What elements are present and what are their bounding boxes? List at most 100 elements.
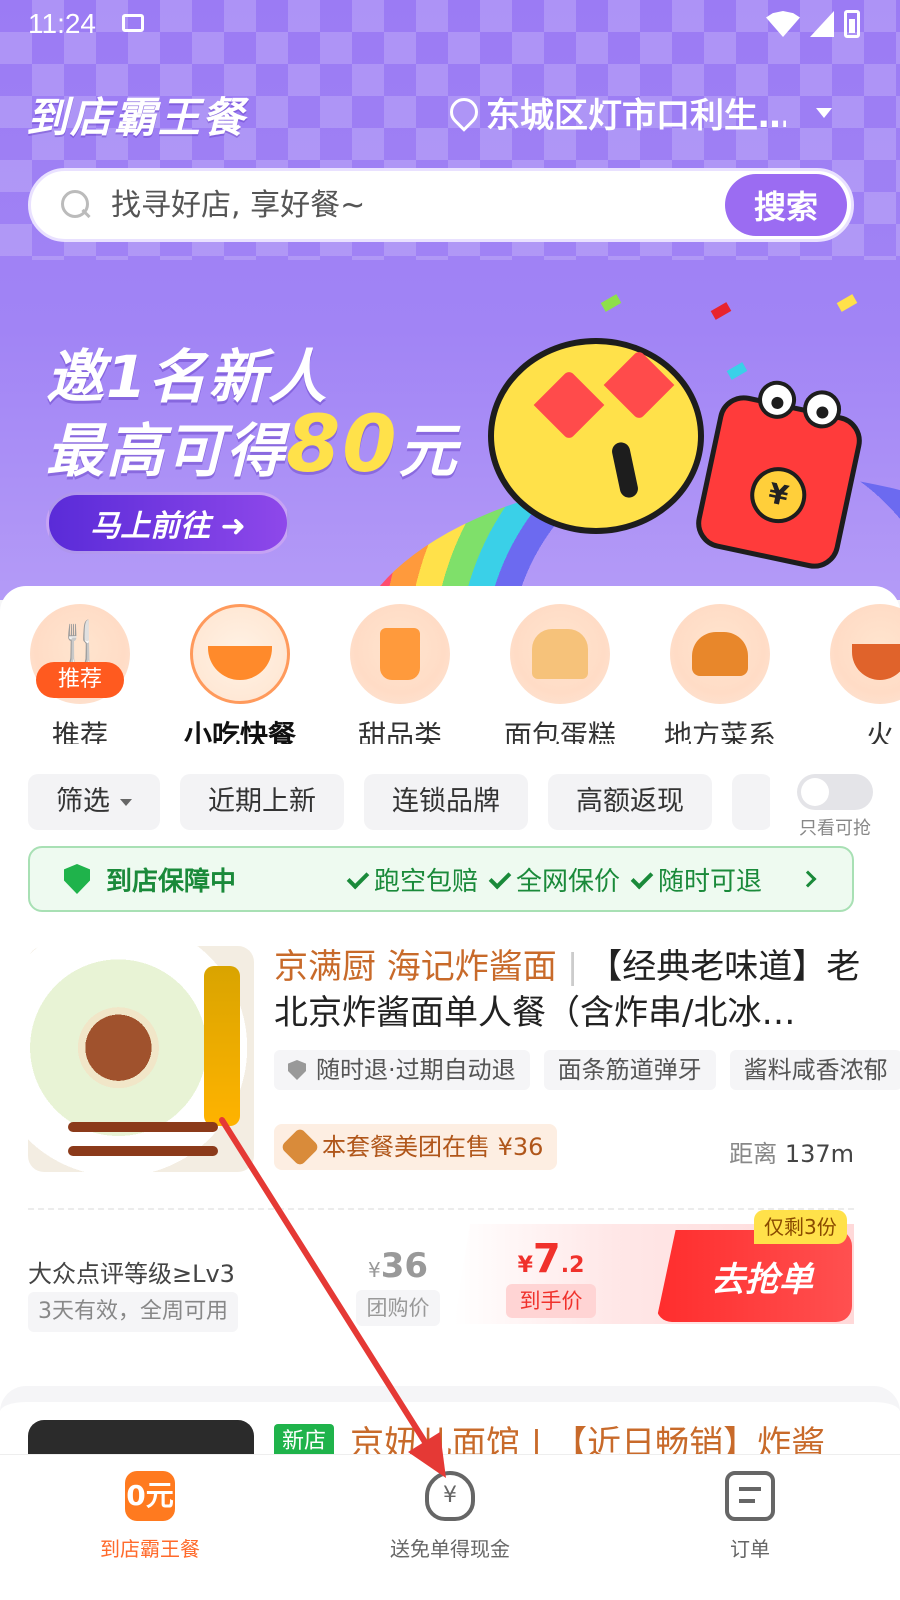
category-label: 火 [865,719,894,744]
category-regional[interactable]: 地方菜系 [640,604,800,744]
burger-drink-icon [670,604,770,704]
hotpot-icon [830,604,900,704]
battery-icon [844,10,860,38]
deal-card[interactable]: 京满厨 海记炸酱面 | 【经典老味道】老北京炸酱面单人餐（含炸串/北冰… 随时退·过… [0,930,900,1370]
shield-icon [288,1060,306,1080]
banner-go-button[interactable]: 马上前往 ➜ [46,492,290,554]
chevron-down-icon [816,107,832,118]
order-list-icon [725,1471,775,1521]
yen-coin-icon: ¥ [745,461,812,529]
guarantee-item: 全网保价 [488,861,620,898]
nav-label: 送免单得现金 [390,1537,510,1561]
confetti-decoration [600,294,622,312]
bottom-nav: 0元 到店霸王餐 ¥ 送免单得现金 订单 [0,1454,900,1600]
status-time: 11:24 [28,8,96,39]
guarantee-title: 到店保障中 [106,866,237,897]
guarantee-bar[interactable]: 到店保障中 跑空包赔 全网保价 随时可退 [28,846,854,912]
header-hero: 11:24 到店霸王餐 东城区灯市口利生… 搜索 ¥ [0,0,900,600]
deal-card[interactable]: 新店 京妞儿面馆 | 【近日畅销】炸酱 [0,1386,900,1480]
dessert-cup-icon [350,604,450,704]
deal-tag: 随时退·过期自动退 [274,1050,530,1090]
category-label: 甜品类 [357,719,442,744]
check-icon [488,866,512,889]
review-level-requirement: 大众点评等级≥Lv3 [28,1260,235,1288]
validity-note: 3天有效，全周可用 [28,1292,238,1332]
category-snacks[interactable]: 小吃快餐 [160,604,320,744]
deal-title: 京满厨 海记炸酱面 | 【经典老味道】老北京炸酱面单人餐（含炸串/北冰… [274,947,861,1033]
shop-name: 京满厨 海记炸酱面 [274,947,557,987]
category-label: 小吃快餐 [183,719,296,744]
distance: 距离 137m [729,1140,854,1168]
category-label: 面包蛋糕 [503,719,616,744]
guarantee-item: 跑空包赔 [346,861,478,898]
category-label: 地方菜系 [663,719,776,744]
guarantee-items: 跑空包赔 全网保价 随时可退 [346,861,762,898]
category-hotpot[interactable]: 火 [800,604,900,744]
heart-icon [533,369,605,441]
search-input[interactable] [111,187,725,223]
shield-check-icon [64,864,90,894]
money-bag-icon: ¥ [425,1471,475,1521]
filter-chip-chain[interactable]: 连锁品牌 [364,774,528,830]
confetti-decoration [710,302,732,320]
confetti-decoration [836,294,858,312]
soda-bottle-image [204,966,240,1126]
wifi-icon [766,11,800,37]
deal-tag: 酱料咸香浓郁 [729,1050,900,1090]
heart-icon [603,349,675,421]
nav-tab-free-meal[interactable]: 0元 到店霸王餐 [0,1455,300,1600]
nav-tab-orders[interactable]: 订单 [600,1455,900,1600]
meituan-logo-icon [280,1127,320,1167]
final-price-label: 到手价 [506,1284,596,1318]
bread-cake-icon [510,604,610,704]
app-title: 到店霸王餐 [26,93,247,142]
category-dessert[interactable]: 甜品类 [320,604,480,744]
toggle-switch[interactable] [797,774,873,810]
banner-amount: 80 [286,400,399,490]
location-pin-icon [450,98,474,128]
location-selector[interactable]: 东城区灯市口利生… [450,88,832,137]
search-icon [61,190,91,220]
location-text: 东城区灯市口利生… [486,96,786,136]
confetti-decoration [726,362,748,380]
toggle-label: 只看可抢 [799,818,871,839]
zero-yuan-icon: 0元 [125,1471,175,1521]
nav-tab-cash-reward[interactable]: ¥ 送免单得现金 [300,1455,600,1600]
check-icon [346,866,370,889]
category-strip[interactable]: 🍴 推荐 推荐 小吃快餐 甜品类 面包蛋糕 地方菜系 火 [0,604,900,744]
signal-icon [810,11,834,37]
check-icon [630,866,654,889]
deal-tags: 随时退·过期自动退 面条筋道弹牙 酱料咸香浓郁 [274,1050,900,1090]
smiley-heart-eyes-icon [488,338,704,534]
category-label: 推荐 [51,719,108,744]
filter-button[interactable]: 筛选 [28,774,160,830]
category-bread-cake[interactable]: 面包蛋糕 [480,604,640,744]
recommend-badge: 推荐 [36,662,124,698]
search-bar: 搜索 [28,168,854,242]
search-button[interactable]: 搜索 [725,174,847,236]
noodle-bowl-icon [190,604,290,704]
fork-spoon-icon: 🍴 推荐 [30,604,130,704]
deal-photo [28,946,254,1172]
filter-chip-cashback[interactable]: 高额返现 [548,774,712,830]
filter-chip-new[interactable]: 近期上新 [180,774,344,830]
nav-label: 订单 [730,1537,770,1561]
grabbable-toggle[interactable]: 只看可抢 [770,770,900,840]
banner-subheadline: 最高可得80元 [46,400,459,490]
dashed-divider [28,1208,854,1210]
filter-chip-more[interactable] [732,774,772,830]
final-price: ¥7.2 到手价 [506,1236,596,1318]
guarantee-item: 随时可退 [630,861,762,898]
deal-tag: 面条筋道弹牙 [543,1050,716,1090]
status-icons [766,10,860,38]
group-buy-price: ¥36 团购价 [356,1246,440,1326]
status-bar: 11:24 [0,0,900,48]
category-recommend[interactable]: 🍴 推荐 推荐 [0,604,160,744]
main-content: 🍴 推荐 推荐 小吃快餐 甜品类 面包蛋糕 地方菜系 火 筛选 近期上新 连锁品… [0,586,900,1480]
stock-left-badge: 仅剩3份 [754,1210,847,1244]
nav-label: 到店霸王餐 [100,1537,200,1561]
chevron-right-icon [799,870,817,888]
group-price-label: 团购价 [356,1290,440,1326]
meituan-price-note: 本套餐美团在售 ¥36 [274,1124,558,1170]
image-notification-icon [122,14,144,32]
